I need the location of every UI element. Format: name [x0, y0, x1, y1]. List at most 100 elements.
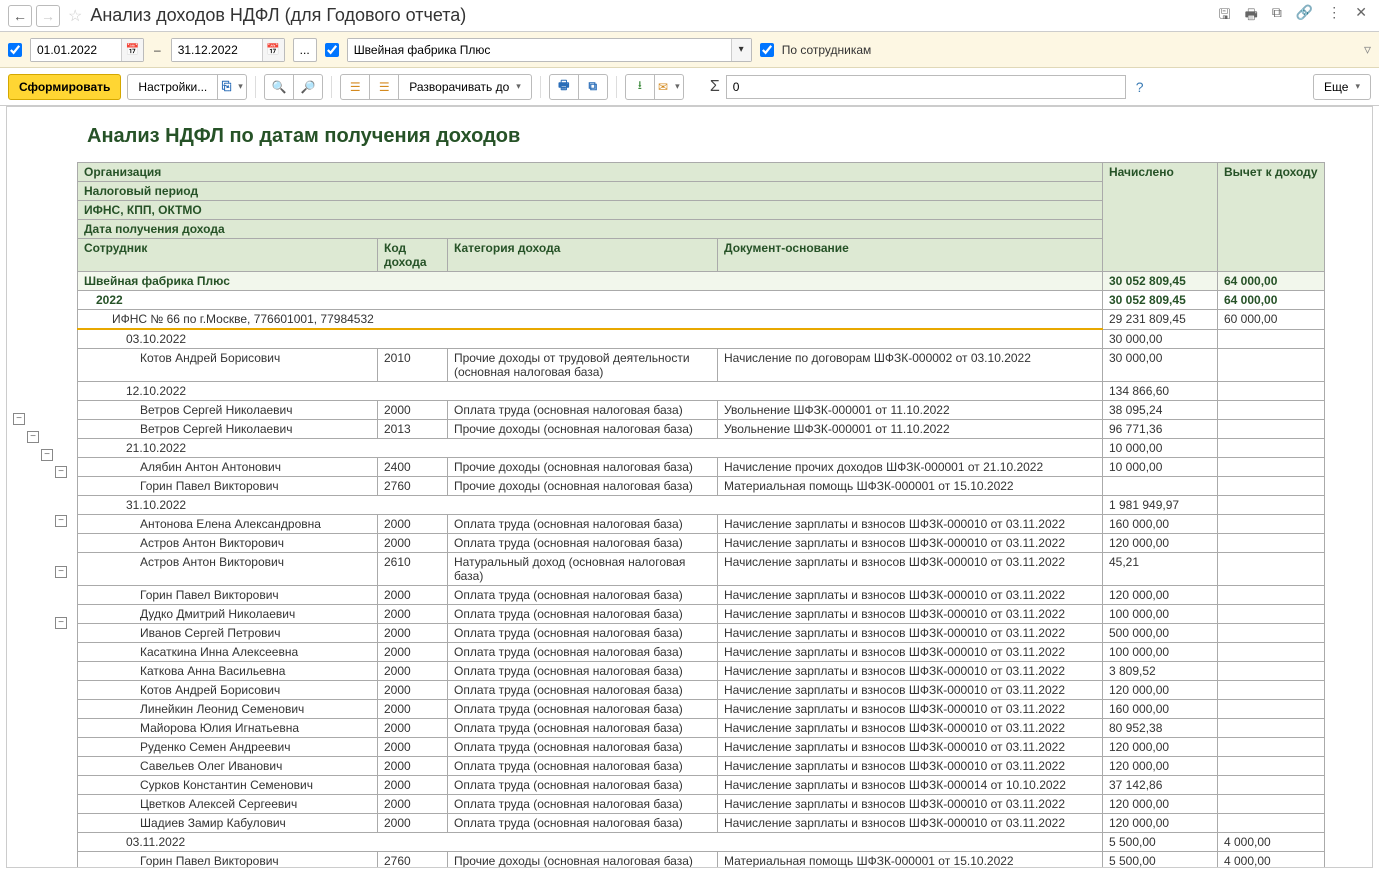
tree-collapse-icon[interactable]: − — [55, 515, 67, 527]
help-icon[interactable]: ? — [1136, 79, 1144, 95]
table-row[interactable]: Руденко Семен Андреевич2000Оплата труда … — [78, 738, 1325, 757]
row-label: 21.10.2022 — [78, 439, 1103, 458]
export-button[interactable]: ⭳ — [625, 74, 655, 100]
cell-cat: Оплата труда (основная налоговая база) — [448, 586, 718, 605]
date-from-field[interactable]: 📅 — [30, 38, 144, 62]
table-row[interactable]: Каткова Анна Васильевна2000Оплата труда … — [78, 662, 1325, 681]
cell-accr: 37 142,86 — [1103, 776, 1218, 795]
org-field[interactable]: ▾ — [347, 38, 752, 62]
cell-ded — [1218, 757, 1325, 776]
table-row[interactable]: Алябин Антон Антонович2400Прочие доходы … — [78, 458, 1325, 477]
table-row[interactable]: Майорова Юлия Игнатьевна2000Оплата труда… — [78, 719, 1325, 738]
tree-collapse-icon[interactable]: − — [41, 449, 53, 461]
more-button[interactable]: Еще — [1313, 74, 1371, 100]
settings-templates-button[interactable]: ⎘ — [217, 74, 247, 100]
collapse-all-button[interactable]: ☰ — [369, 74, 399, 100]
table-row[interactable]: Горин Павел Викторович2760Прочие доходы … — [78, 852, 1325, 869]
by-employees-checkbox[interactable] — [760, 43, 774, 57]
calendar-icon[interactable]: 📅 — [262, 39, 284, 61]
tree-collapse-icon[interactable]: − — [55, 466, 67, 478]
dropdown-icon[interactable]: ▾ — [731, 39, 751, 61]
period-picker-button[interactable]: ... — [293, 38, 317, 62]
table-row[interactable]: Сурков Константин Семенович2000Оплата тр… — [78, 776, 1325, 795]
close-icon[interactable]: ✕ — [1351, 2, 1371, 30]
table-row[interactable]: Горин Павел Викторович2760Прочие доходы … — [78, 477, 1325, 496]
row-label: 31.10.2022 — [78, 496, 1103, 515]
cell-accr: 160 000,00 — [1103, 515, 1218, 534]
cell-doc: Начисление зарплаты и взносов ШФЗК-00001… — [718, 757, 1103, 776]
form-button[interactable]: Сформировать — [8, 74, 121, 100]
cell-code: 2400 — [378, 458, 448, 477]
table-row[interactable]: Шадиев Замир Кабулович2000Оплата труда (… — [78, 814, 1325, 833]
print-button[interactable]: 🖶 — [549, 74, 579, 100]
send-button[interactable]: ✉ — [654, 74, 684, 100]
filter-icon[interactable]: ▿ — [1364, 41, 1371, 58]
hdr-employee: Сотрудник — [78, 239, 378, 272]
cell-cat: Прочие доходы (основная налоговая база) — [448, 852, 718, 869]
table-row[interactable]: Астров Антон Викторович2000Оплата труда … — [78, 534, 1325, 553]
table-row[interactable]: Горин Павел Викторович2000Оплата труда (… — [78, 586, 1325, 605]
date-from-checkbox[interactable] — [8, 43, 22, 57]
date-to-input[interactable] — [172, 39, 262, 61]
cell-cat: Оплата труда (основная налоговая база) — [448, 700, 718, 719]
cell-ded: 4 000,00 — [1218, 852, 1325, 869]
cell-name: Горин Павел Викторович — [78, 852, 378, 869]
table-row[interactable]: Иванов Сергей Петрович2000Оплата труда (… — [78, 624, 1325, 643]
cell-code: 2760 — [378, 477, 448, 496]
table-row[interactable]: Дудко Дмитрий Николаевич2000Оплата труда… — [78, 605, 1325, 624]
table-row[interactable]: 21.10.202210 000,00 — [78, 439, 1325, 458]
table-row[interactable]: Савельев Олег Иванович2000Оплата труда (… — [78, 757, 1325, 776]
cell-ded — [1218, 382, 1325, 401]
cell-name: Котов Андрей Борисович — [78, 349, 378, 382]
tree-collapse-icon[interactable]: − — [27, 431, 39, 443]
nav-back-button[interactable]: ← — [8, 5, 32, 27]
date-from-input[interactable] — [31, 39, 121, 61]
print-preview-button[interactable]: ⧉ — [578, 74, 608, 100]
find-next-button[interactable]: 🔎 — [293, 74, 323, 100]
calendar-icon[interactable]: 📅 — [121, 39, 143, 61]
table-row[interactable]: Ветров Сергей Николаевич2000Оплата труда… — [78, 401, 1325, 420]
tree-collapse-icon[interactable]: − — [55, 566, 67, 578]
cell-code: 2000 — [378, 795, 448, 814]
cell-ded — [1218, 700, 1325, 719]
table-row[interactable]: Цветков Алексей Сергеевич2000Оплата труд… — [78, 795, 1325, 814]
org-checkbox[interactable] — [325, 43, 339, 57]
table-row[interactable]: 03.10.202230 000,00 — [78, 329, 1325, 349]
date-separator: – — [154, 43, 161, 57]
table-row[interactable]: 12.10.2022134 866,60 — [78, 382, 1325, 401]
expand-all-button[interactable]: ☰ — [340, 74, 370, 100]
cell-doc: Начисление зарплаты и взносов ШФЗК-00001… — [718, 586, 1103, 605]
sum-field[interactable] — [726, 75, 1126, 99]
table-row[interactable]: Котов Андрей Борисович2010Прочие доходы … — [78, 349, 1325, 382]
org-input[interactable] — [348, 39, 731, 61]
date-to-field[interactable]: 📅 — [171, 38, 285, 62]
table-row[interactable]: Астров Антон Викторович2610Натуральный д… — [78, 553, 1325, 586]
tree-collapse-icon[interactable]: − — [55, 617, 67, 629]
cell-name: Астров Антон Викторович — [78, 534, 378, 553]
table-row[interactable]: 31.10.20221 981 949,97 — [78, 496, 1325, 515]
expand-to-button[interactable]: Разворачивать до — [398, 74, 532, 100]
nav-forward-button[interactable]: → — [36, 5, 60, 27]
table-row[interactable]: Касаткина Инна Алексеевна2000Оплата труд… — [78, 643, 1325, 662]
more-menu-icon[interactable]: ⋮ — [1323, 2, 1345, 30]
preview-icon[interactable]: ⧉ — [1268, 2, 1286, 30]
tree-collapse-icon[interactable]: − — [13, 413, 25, 425]
table-row[interactable]: Котов Андрей Борисович2000Оплата труда (… — [78, 681, 1325, 700]
print-icon[interactable]: 🖶 — [1241, 2, 1262, 30]
table-row[interactable]: Антонова Елена Александровна2000Оплата т… — [78, 515, 1325, 534]
save-icon[interactable]: 🖫 — [1215, 2, 1235, 30]
table-row[interactable]: Линейкин Леонид Семенович2000Оплата труд… — [78, 700, 1325, 719]
table-row[interactable]: Ветров Сергей Николаевич2013Прочие доход… — [78, 420, 1325, 439]
cell-ded — [1218, 534, 1325, 553]
cell-accr: 45,21 — [1103, 553, 1218, 586]
settings-button[interactable]: Настройки... — [127, 74, 218, 100]
table-row[interactable]: 03.11.20225 500,004 000,00 — [78, 833, 1325, 852]
report-area[interactable]: − − − − − − − − Анализ НДФЛ по датам пол… — [6, 106, 1373, 868]
table-row[interactable]: ИФНС № 66 по г.Москве, 776601001, 779845… — [78, 310, 1325, 330]
favorite-icon[interactable]: ☆ — [68, 6, 82, 26]
link-icon[interactable]: 🔗 — [1292, 2, 1317, 30]
table-row[interactable]: Швейная фабрика Плюс30 052 809,4564 000,… — [78, 272, 1325, 291]
cell-code: 2000 — [378, 624, 448, 643]
table-row[interactable]: 202230 052 809,4564 000,00 — [78, 291, 1325, 310]
find-button[interactable]: 🔍 — [264, 74, 294, 100]
